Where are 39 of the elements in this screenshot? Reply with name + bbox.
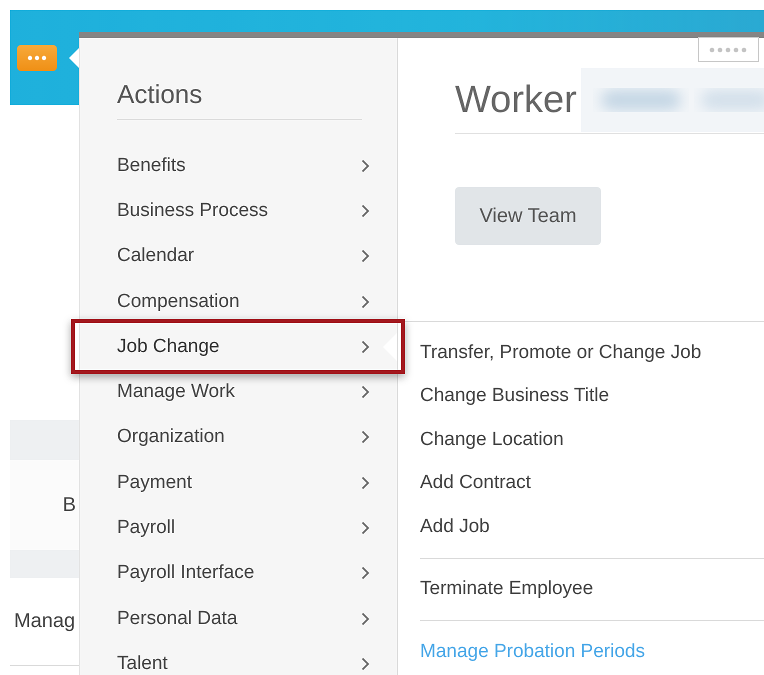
table-cell-text: B (62, 494, 77, 516)
chevron-right-icon (361, 204, 370, 218)
table-cell-text: Manag (13, 610, 76, 633)
submenu-item[interactable]: Terminate Employee (420, 568, 764, 611)
chevron-right-icon (361, 521, 370, 536)
chevron-right-icon (361, 430, 370, 444)
menu-item[interactable]: Payment (80, 460, 397, 506)
menu-item[interactable]: Payroll Interface (80, 550, 397, 596)
chevron-right-icon (361, 158, 370, 173)
menu-item[interactable]: Personal Data (80, 596, 397, 642)
chevron-right-icon (361, 656, 370, 671)
more-icon (27, 55, 47, 61)
menu-item[interactable]: Payroll (80, 505, 397, 551)
submenu-item[interactable]: Add Contract (420, 462, 764, 505)
menu-title: Actions (117, 38, 362, 120)
submenu-item[interactable]: Change Location (420, 418, 764, 462)
chevron-right-icon (361, 476, 370, 490)
more-button[interactable] (698, 37, 759, 62)
menu-item[interactable]: Compensation (80, 278, 397, 324)
menu-item[interactable]: Manage Work (80, 369, 397, 415)
chevron-right-icon (361, 249, 370, 264)
menu-item[interactable]: Talent (80, 641, 397, 675)
worker-title: Worker (455, 78, 577, 122)
menu-item[interactable]: Benefits (80, 143, 397, 188)
chevron-right-icon (361, 340, 370, 354)
submenu-item[interactable]: Transfer, Promote or Change Job (420, 331, 764, 374)
menu-item[interactable]: Organization (80, 414, 397, 460)
chevron-right-icon (361, 612, 370, 626)
chevron-right-icon (361, 294, 370, 309)
submenu-item[interactable]: Change Business Title (420, 374, 764, 418)
view-team-button[interactable]: View Team (455, 187, 601, 245)
menu-item[interactable]: Calendar (80, 234, 397, 279)
chevron-right-icon (361, 385, 370, 400)
menu-item[interactable]: Job Change (80, 324, 397, 370)
submenu-item[interactable]: Add Job (420, 505, 764, 548)
menu-item[interactable]: Business Process (80, 188, 397, 234)
more-actions-button[interactable] (17, 45, 57, 71)
chevron-right-icon (361, 566, 370, 580)
more-icon (708, 46, 748, 52)
